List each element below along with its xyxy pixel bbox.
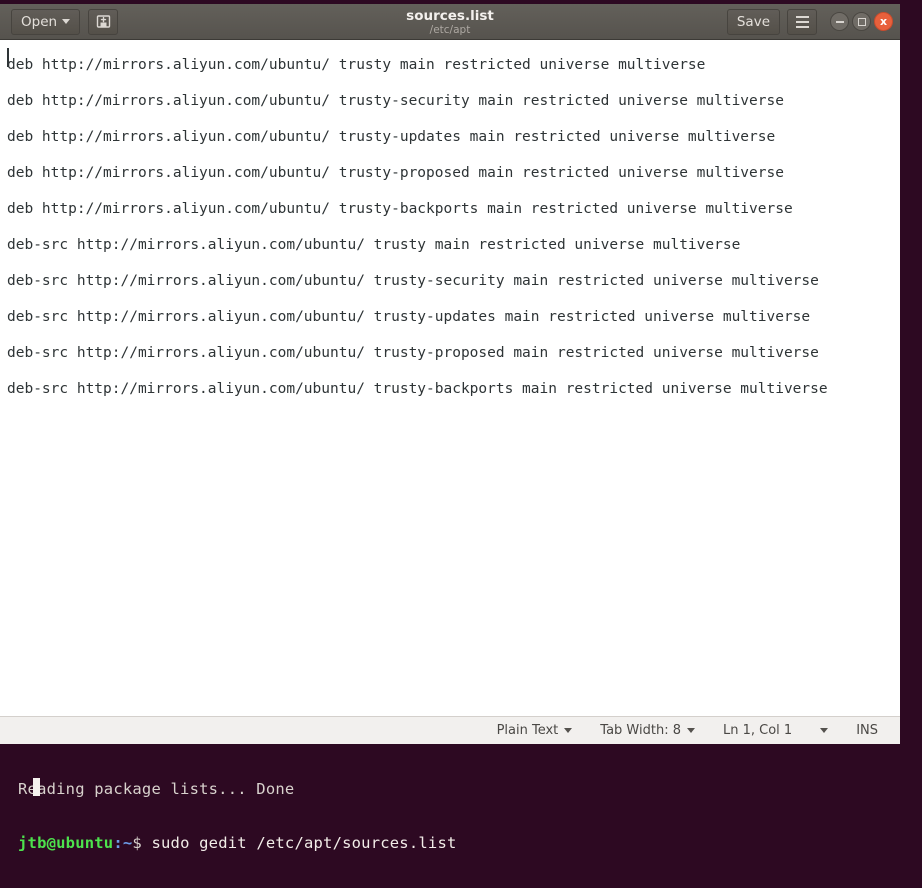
terminal-cursor (33, 778, 40, 796)
chevron-down-icon (564, 728, 573, 733)
chevron-down-icon (686, 728, 695, 733)
insert-mode-label: INS (856, 723, 878, 738)
hamburger-menu-button[interactable] (787, 8, 817, 35)
document-line: deb-src http://mirrors.aliyun.com/ubuntu… (7, 309, 811, 325)
window-controls: x (830, 12, 893, 31)
chevron-down-icon (820, 728, 829, 733)
open-button-label: Open (21, 13, 58, 30)
document-line: deb-src http://mirrors.aliyun.com/ubuntu… (7, 345, 819, 361)
tab-width-label: Tab Width: 8 (600, 723, 681, 738)
gedit-window: Open sources.list /etc/apt Save x deb ht… (0, 4, 900, 744)
save-button-label: Save (736, 13, 770, 30)
hamburger-menu-icon-bar (795, 15, 809, 18)
statusbar-extra-menu[interactable] (806, 718, 842, 744)
cursor-position: Ln 1, Col 1 (709, 718, 806, 744)
maximize-button[interactable] (852, 12, 871, 31)
document-line: deb http://mirrors.aliyun.com/ubuntu/ tr… (7, 165, 784, 181)
close-button[interactable]: x (874, 12, 893, 31)
terminal-command-text: sudo gedit /etc/apt/sources.list (141, 834, 457, 852)
window-title: sources.list (406, 7, 494, 24)
text-cursor-caret (7, 48, 9, 67)
chevron-down-icon (62, 19, 71, 24)
save-button[interactable]: Save (726, 8, 780, 35)
save-as-button[interactable] (88, 8, 119, 35)
hamburger-menu-icon-bar (795, 25, 809, 28)
terminal-prompt-path: :~ (113, 834, 133, 852)
close-icon: x (879, 15, 888, 28)
language-selector-label: Plain Text (496, 723, 559, 738)
document-line: deb http://mirrors.aliyun.com/ubuntu/ tr… (7, 201, 793, 217)
maximize-icon (857, 17, 866, 26)
save-as-icon (96, 15, 110, 28)
minimize-icon (835, 20, 844, 23)
status-bar: Plain Text Tab Width: 8 Ln 1, Col 1 INS (0, 716, 900, 744)
document-area[interactable]: deb http://mirrors.aliyun.com/ubuntu/ tr… (0, 40, 900, 716)
window-headerbar: Open sources.list /etc/apt Save x (0, 4, 900, 40)
open-button[interactable]: Open (11, 8, 81, 35)
insert-mode-indicator: INS (842, 718, 884, 744)
terminal-output-line: Reading package lists... Done (18, 780, 295, 798)
document-line: deb-src http://mirrors.aliyun.com/ubuntu… (7, 381, 828, 397)
minimize-button[interactable] (830, 12, 849, 31)
terminal-output: Reading package lists... Done jtb@ubuntu… (0, 744, 922, 852)
hamburger-menu-icon-bar (795, 20, 809, 23)
document-line: deb http://mirrors.aliyun.com/ubuntu/ tr… (7, 93, 784, 109)
terminal-prompt-symbol: $ (132, 834, 142, 852)
document-line: deb-src http://mirrors.aliyun.com/ubuntu… (7, 237, 741, 253)
document-line: deb http://mirrors.aliyun.com/ubuntu/ tr… (7, 57, 706, 73)
headerbar-right-group: Save x (726, 8, 895, 35)
tab-width-selector[interactable]: Tab Width: 8 (586, 718, 709, 744)
document-line: deb-src http://mirrors.aliyun.com/ubuntu… (7, 273, 819, 289)
language-selector[interactable]: Plain Text (483, 718, 587, 744)
document-line: deb http://mirrors.aliyun.com/ubuntu/ tr… (7, 129, 776, 145)
text-editor-view[interactable]: deb http://mirrors.aliyun.com/ubuntu/ tr… (7, 40, 900, 716)
window-subtitle-path: /etc/apt (429, 23, 471, 36)
cursor-position-label: Ln 1, Col 1 (722, 723, 793, 738)
terminal-prompt-line: jtb@ubuntu:~$ sudo gedit /etc/apt/source… (0, 834, 922, 852)
terminal-prompt-user: jtb@ubuntu (18, 834, 114, 852)
